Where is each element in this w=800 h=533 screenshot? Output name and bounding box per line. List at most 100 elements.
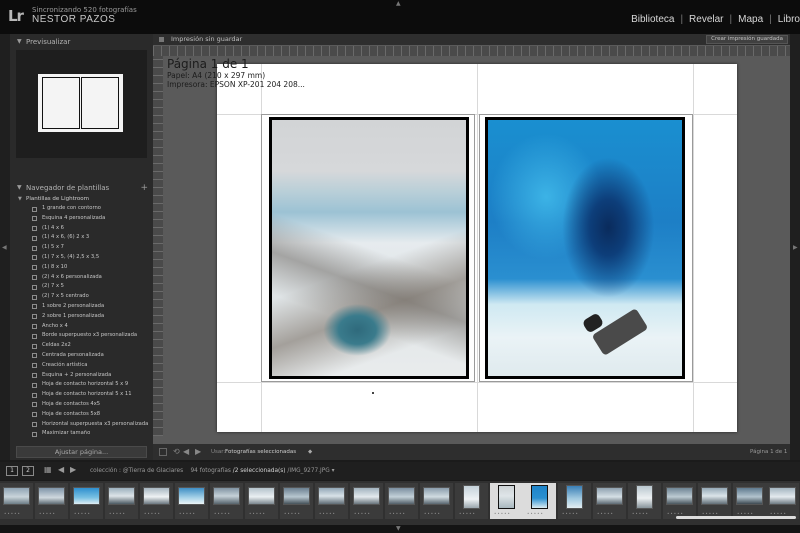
module-libro[interactable]: Libro — [778, 14, 800, 25]
filmstrip-thumbnail[interactable]: ••••• — [628, 483, 661, 519]
rating-stars: ••••• — [354, 511, 371, 516]
folder-triangle-icon[interactable]: ▼ — [18, 194, 22, 204]
filmstrip-thumbnail[interactable]: ••••• — [35, 483, 68, 519]
template-item[interactable]: Horizontal superpuesta x3 personalizada — [16, 420, 150, 430]
image-cell[interactable] — [261, 114, 475, 382]
filmstrip-thumbnail[interactable]: ••••• — [733, 483, 766, 519]
first-page-icon[interactable]: ⟲ — [173, 444, 180, 460]
secondary-screen-button[interactable]: 2 — [22, 466, 34, 476]
print-workspace: Impresión sin guardar Crear impresión gu… — [153, 34, 790, 460]
template-icon — [32, 353, 37, 359]
filmstrip-thumbnail[interactable]: ••••• — [0, 483, 33, 519]
template-label: Esquina 4 personalizada — [42, 214, 106, 221]
rating-stars: ••••• — [179, 511, 196, 516]
module-mapa[interactable]: Mapa — [738, 14, 763, 25]
template-item[interactable]: Hoja de contacto horizontal 5 x 9 — [16, 380, 150, 390]
template-browser-header[interactable]: ▼ Navegador de plantillas + — [10, 182, 153, 194]
collapse-top-arrow-icon[interactable]: ▲ — [396, 0, 401, 7]
thumbnail-image — [463, 485, 480, 509]
template-item[interactable]: Esquina 4 personalizada — [16, 214, 150, 224]
template-item[interactable]: 1 sobre 2 personalizada — [16, 302, 150, 312]
filmstrip-thumbnail[interactable]: ••••• — [558, 483, 591, 519]
filmstrip-thumbnail-selected[interactable]: ••••• — [523, 483, 556, 519]
collapse-bottom-arrow-icon[interactable]: ▼ — [396, 525, 401, 532]
use-selection-dropdown[interactable]: Fotografías seleccionadas — [225, 444, 296, 460]
template-item[interactable]: (2) 7 x 5 centrado — [16, 292, 150, 302]
collection-source[interactable]: colección : @Tierra de Glaciares — [90, 468, 183, 474]
template-item[interactable]: Hoja de contactos 4x5 — [16, 400, 150, 410]
filmstrip-thumbnail[interactable]: ••••• — [245, 483, 278, 519]
thumbnail-image — [3, 487, 30, 505]
filmstrip-scrollbar[interactable] — [676, 516, 796, 519]
template-item[interactable]: Hoja de contactos 5x8 — [16, 410, 150, 420]
template-icon — [32, 402, 37, 408]
filmstrip-thumbnail[interactable]: ••••• — [385, 483, 418, 519]
template-item[interactable]: Esquina + 2 personalizada — [16, 371, 150, 381]
thumbnail-image — [178, 487, 205, 505]
filmstrip-thumbnail[interactable]: ••••• — [280, 483, 313, 519]
back-arrow-icon[interactable]: ◀ — [58, 465, 64, 474]
collapse-left-arrow-icon[interactable]: ◀ — [2, 244, 7, 251]
forward-arrow-icon[interactable]: ▶ — [70, 465, 76, 474]
template-item[interactable]: Celdas 2x2 — [16, 341, 150, 351]
template-item[interactable]: Creación artística — [16, 361, 150, 371]
template-item[interactable]: (1) 5 x 7 — [16, 243, 150, 253]
template-label: (1) 7 x 5, (4) 2,5 x 3,5 — [42, 253, 100, 260]
filmstrip-thumbnail[interactable]: ••••• — [175, 483, 208, 519]
template-item[interactable]: 1 grande con contorno — [16, 204, 150, 214]
filmstrip-thumbnail-selected[interactable]: ••••• — [490, 483, 523, 519]
ice-cave-photo[interactable] — [485, 117, 685, 379]
create-saved-print-button[interactable]: Crear impresión guardada — [706, 35, 788, 44]
template-item[interactable]: (1) 4 x 6, (6) 2 x 3 — [16, 233, 150, 243]
right-panel-edge[interactable]: ▶ — [790, 34, 800, 460]
filmstrip-thumbnail[interactable]: ••••• — [350, 483, 383, 519]
glacier-photo[interactable] — [269, 117, 469, 379]
template-item[interactable]: (1) 7 x 5, (4) 2,5 x 3,5 — [16, 253, 150, 263]
filmstrip-thumbnail[interactable]: ••••• — [698, 483, 731, 519]
filmstrip-thumbnail[interactable]: ••••• — [70, 483, 103, 519]
add-template-icon[interactable]: + — [140, 182, 148, 194]
expand-triangle-icon[interactable]: ▼ — [17, 182, 22, 194]
page-layout-icon[interactable] — [159, 448, 167, 456]
filmstrip-thumbnail[interactable]: ••••• — [455, 483, 488, 519]
fit-page-button[interactable]: Ajustar página... — [16, 446, 147, 458]
filmstrip-thumbnail[interactable]: ••••• — [766, 483, 799, 519]
module-revelar[interactable]: Revelar — [689, 14, 723, 25]
module-biblioteca[interactable]: Biblioteca — [631, 14, 674, 25]
next-page-icon[interactable]: ▶ — [195, 444, 201, 460]
thumbnail-image — [108, 487, 135, 505]
template-item[interactable]: Borde superpuesto x3 personalizada — [16, 331, 150, 341]
rating-stars: ••••• — [4, 511, 21, 516]
template-folder[interactable]: ▼ Plantillas de Lightroom — [16, 194, 150, 204]
chevron-down-icon[interactable]: ▾ — [332, 468, 335, 474]
template-item[interactable]: (2) 7 x 5 — [16, 282, 150, 292]
chevron-down-icon[interactable]: ◆ — [308, 444, 312, 460]
vertical-ruler — [153, 56, 163, 436]
filmstrip-thumbnail[interactable]: ••••• — [420, 483, 453, 519]
template-item[interactable]: (1) 4 x 6 — [16, 224, 150, 234]
template-item[interactable]: Maximizar tamaño — [16, 429, 150, 439]
template-item[interactable]: Hoja de contacto horizontal 5 x 11 — [16, 390, 150, 400]
grid-view-icon[interactable]: ▦ — [44, 465, 52, 474]
template-label: 1 sobre 2 personalizada — [42, 302, 105, 309]
template-item[interactable]: (2) 4 x 6 personalizada — [16, 273, 150, 283]
rating-stars: ••••• — [459, 511, 476, 516]
module-separator: | — [769, 14, 772, 25]
expand-triangle-icon[interactable]: ▼ — [17, 36, 22, 48]
template-item[interactable]: (1) 8 x 10 — [16, 263, 150, 273]
filmstrip-thumbnail[interactable]: ••••• — [663, 483, 696, 519]
filmstrip-thumbnail[interactable]: ••••• — [315, 483, 348, 519]
filmstrip-thumbnail[interactable]: ••••• — [210, 483, 243, 519]
image-cell[interactable] — [479, 114, 693, 382]
previous-page-icon[interactable]: ◀ — [183, 444, 189, 460]
filmstrip-thumbnail[interactable]: ••••• — [593, 483, 626, 519]
collapse-right-arrow-icon[interactable]: ▶ — [793, 244, 798, 251]
template-item[interactable]: Ancho x 4 — [16, 322, 150, 332]
template-item[interactable]: Centrada personalizada — [16, 351, 150, 361]
template-item[interactable]: 2 sobre 1 personalizada — [16, 312, 150, 322]
filmstrip-thumbnail[interactable]: ••••• — [105, 483, 138, 519]
filmstrip-thumbnail[interactable]: ••••• — [140, 483, 173, 519]
left-panel-edge[interactable]: ◀ — [0, 34, 10, 460]
main-screen-button[interactable]: 1 — [6, 466, 18, 476]
preview-panel-header[interactable]: ▼ Previsualizar — [10, 36, 153, 48]
